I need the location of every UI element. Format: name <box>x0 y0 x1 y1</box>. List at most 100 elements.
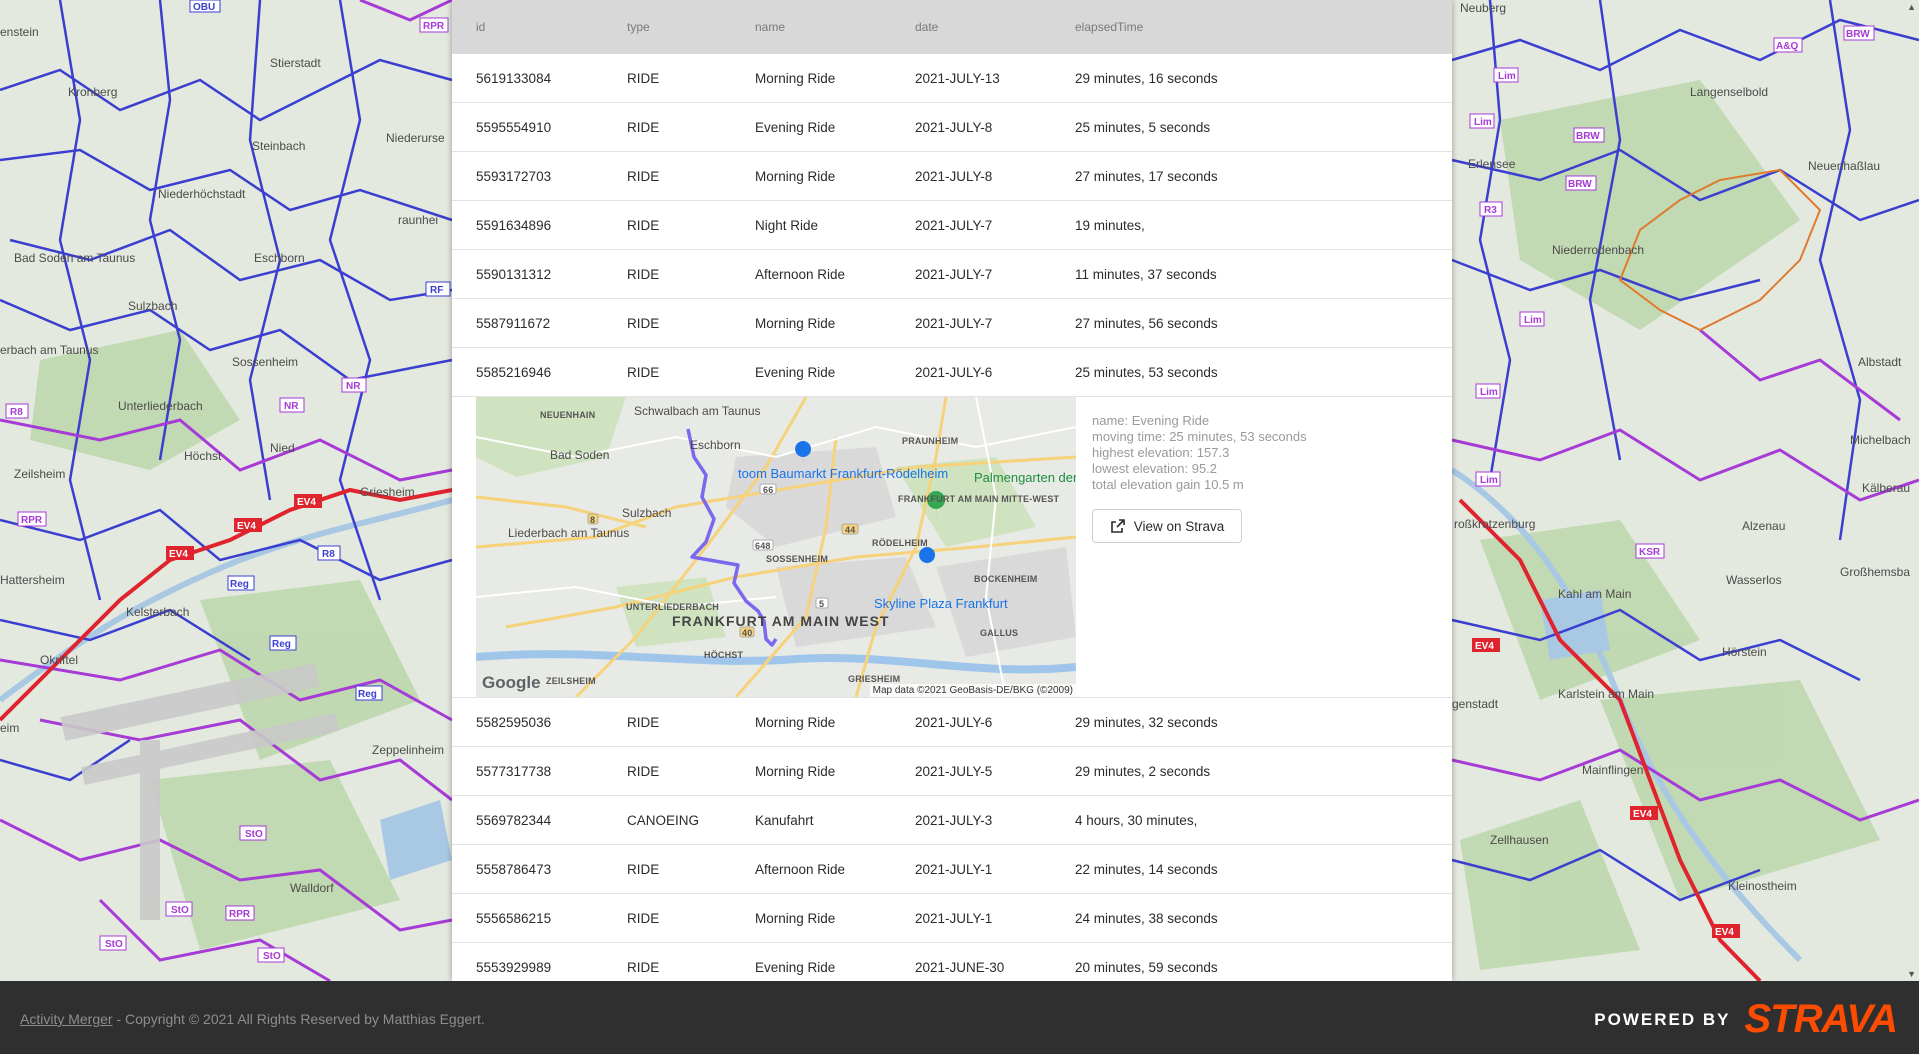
map-road-44: 44 <box>845 525 856 535</box>
svg-text:A&Q: A&Q <box>1776 41 1798 52</box>
cell-name: Morning Ride <box>755 764 836 779</box>
table-row[interactable]: 5582595036 RIDE Morning Ride 2021-JULY-6 29 … <box>452 698 1452 747</box>
cell-name: Morning Ride <box>755 316 836 331</box>
cell-name: Evening Ride <box>755 960 836 975</box>
cell-date: 2021-JULY-6 <box>915 365 993 380</box>
page-scrollbar[interactable]: ▲ ▼ <box>1902 0 1919 981</box>
table-row[interactable]: 5577317738 RIDE Morning Ride 2021-JULY-5 29 … <box>452 747 1452 796</box>
header-date[interactable]: date <box>915 20 938 34</box>
cell-elapsed-time: 11 minutes, 37 seconds <box>1075 267 1217 282</box>
svg-text:BRW: BRW <box>1576 131 1600 142</box>
map-road-648: 648 <box>755 541 771 551</box>
summary-lowest-elevation: lowest elevation: 95.2 <box>1092 461 1218 476</box>
powered-by-strava[interactable]: POWERED BY STRAVA <box>1594 997 1898 1042</box>
cell-type: RIDE <box>627 218 660 233</box>
summary-name: name: Evening Ride <box>1092 413 1210 428</box>
cell-elapsed-time: 20 minutes, 59 seconds <box>1075 960 1218 975</box>
header-type[interactable]: type <box>627 20 650 34</box>
map-road-66: 66 <box>763 485 774 495</box>
table-row[interactable]: 5619133084 RIDE Morning Ride 2021-JULY-13 29… <box>452 54 1452 103</box>
bg-label-sossenheim: Sossenheim <box>232 355 299 369</box>
svg-text:R8: R8 <box>10 407 23 418</box>
bg-label-niederursel: Niederurse <box>386 131 445 145</box>
table-row[interactable]: 5556586215 RIDE Morning Ride 2021-JULY-1 24 … <box>452 894 1452 943</box>
cell-elapsed-time: 27 minutes, 17 seconds <box>1075 169 1218 184</box>
svg-text:EV4: EV4 <box>237 521 256 532</box>
bg-label-kronberg: Kronberg <box>68 85 118 99</box>
svg-text:RPR: RPR <box>423 21 445 32</box>
view-on-strava-button[interactable]: View on Strava <box>1092 509 1242 543</box>
cell-name: Morning Ride <box>755 71 836 86</box>
cell-name: Afternoon Ride <box>755 862 846 877</box>
table-row[interactable]: 5593172703 RIDE Morning Ride 2021-JULY-8 27 … <box>452 152 1452 201</box>
cell-date: 2021-JULY-5 <box>915 764 993 779</box>
cell-type: RIDE <box>627 764 660 779</box>
table-row[interactable]: 5558786473 RIDE Afternoon Ride 2021-JULY-1 2… <box>452 845 1452 894</box>
cell-date: 2021-JULY-13 <box>915 71 1000 86</box>
bg-label-kelsterbach: Kelsterbach <box>126 605 190 619</box>
route-map-canvas <box>476 397 1076 697</box>
activity-merger-link[interactable]: Activity Merger <box>20 1011 113 1027</box>
scroll-down-arrow-icon[interactable]: ▼ <box>1907 969 1916 979</box>
header-elapsed-time[interactable]: elapsedTime <box>1075 20 1143 34</box>
bg-label-nied: Nied <box>270 441 295 455</box>
bg-label-griesheim: Griesheim <box>360 485 415 499</box>
cell-type: RIDE <box>627 911 660 926</box>
header-name[interactable]: name <box>755 20 785 34</box>
activities-table: id type name date elapsedTime 5619133084… <box>452 0 1452 981</box>
cell-id: 5569782344 <box>476 813 552 828</box>
cell-name: Evening Ride <box>755 120 836 135</box>
cell-type: RIDE <box>627 71 660 86</box>
table-row[interactable]: 5569782344 CANOEING Kanufahrt 2021-JULY-3 4 … <box>452 796 1452 845</box>
map-road-5: 5 <box>819 599 825 609</box>
footer-copyright: Activity Merger - Copyright © 2021 All R… <box>20 1011 485 1027</box>
cell-type: RIDE <box>627 169 660 184</box>
scroll-up-arrow-icon[interactable]: ▲ <box>1907 2 1916 12</box>
cell-type: RIDE <box>627 715 660 730</box>
cell-name: Afternoon Ride <box>755 267 846 282</box>
cell-name: Night Ride <box>755 218 819 233</box>
cell-id: 5587911672 <box>476 316 551 331</box>
bg-label-kleinostheim: Kleinostheim <box>1728 879 1797 893</box>
table-row[interactable]: 5585216946 RIDE Evening Ride 2021-JULY-6 25 … <box>452 348 1452 397</box>
table-row[interactable]: 5553929989 RIDE Evening Ride 2021-JUNE-30 20… <box>452 943 1452 981</box>
header-id[interactable]: id <box>476 20 485 34</box>
cell-type: RIDE <box>627 862 660 877</box>
activity-summary: name: Evening Ride moving time: 25 minut… <box>1092 413 1307 493</box>
svg-text:RPR: RPR <box>229 909 251 920</box>
map-label-frankfurt-west: FRANKFURT AM MAIN WEST <box>672 613 890 629</box>
table-row[interactable]: 5587911672 RIDE Morning Ride 2021-JULY-7 27 … <box>452 299 1452 348</box>
route-map[interactable]: NEUENHAIN Schwalbach am Taunus Eschborn … <box>476 397 1076 697</box>
table-row[interactable]: 5595554910 RIDE Evening Ride 2021-JULY-8 25 … <box>452 103 1452 152</box>
svg-text:BRW: BRW <box>1846 29 1870 40</box>
copyright-text: - Copyright © 2021 All Rights Reserved b… <box>112 1011 485 1027</box>
map-label-palmengarten[interactable]: Palmengarten der Stadt Frankfurt am Main <box>974 471 1076 484</box>
table-header: id type name date elapsedTime <box>452 0 1452 54</box>
view-on-strava-label: View on Strava <box>1133 518 1225 534</box>
cell-id: 5619133084 <box>476 71 552 86</box>
map-label-skyline[interactable]: Skyline Plaza Frankfurt <box>874 597 1008 610</box>
svg-text:Reg: Reg <box>272 639 291 650</box>
svg-text:StO: StO <box>171 905 189 916</box>
powered-by-label: POWERED BY <box>1594 1009 1731 1029</box>
external-link-icon <box>1110 519 1125 533</box>
table-row[interactable]: 5591634896 RIDE Night Ride 2021-JULY-7 19 mi… <box>452 201 1452 250</box>
svg-text:Reg: Reg <box>358 689 377 700</box>
map-label-toom[interactable]: toom Baumarkt Frankfurt-Rödelheim <box>738 467 948 480</box>
svg-text:KSR: KSR <box>1639 547 1661 558</box>
cell-id: 5582595036 <box>476 715 552 730</box>
cell-id: 5558786473 <box>476 862 552 877</box>
svg-text:R8: R8 <box>322 549 335 560</box>
table-row[interactable]: 5590131312 RIDE Afternoon Ride 2021-JULY-7 1… <box>452 250 1452 299</box>
bg-label-hattersheim: Hattersheim <box>0 573 65 587</box>
cell-name: Morning Ride <box>755 169 836 184</box>
cell-name: Kanufahrt <box>755 813 814 828</box>
map-label-schwalbach: Schwalbach am Taunus <box>634 404 761 418</box>
google-logo[interactable]: Google <box>482 673 541 693</box>
bg-label-grosshemsbach: Großhemsba <box>1840 565 1911 579</box>
cell-date: 2021-JULY-8 <box>915 169 993 184</box>
cell-type: RIDE <box>627 960 660 975</box>
cell-elapsed-time: 27 minutes, 56 seconds <box>1075 316 1218 331</box>
cell-date: 2021-JULY-7 <box>915 218 993 233</box>
map-road-40: 40 <box>742 628 753 638</box>
